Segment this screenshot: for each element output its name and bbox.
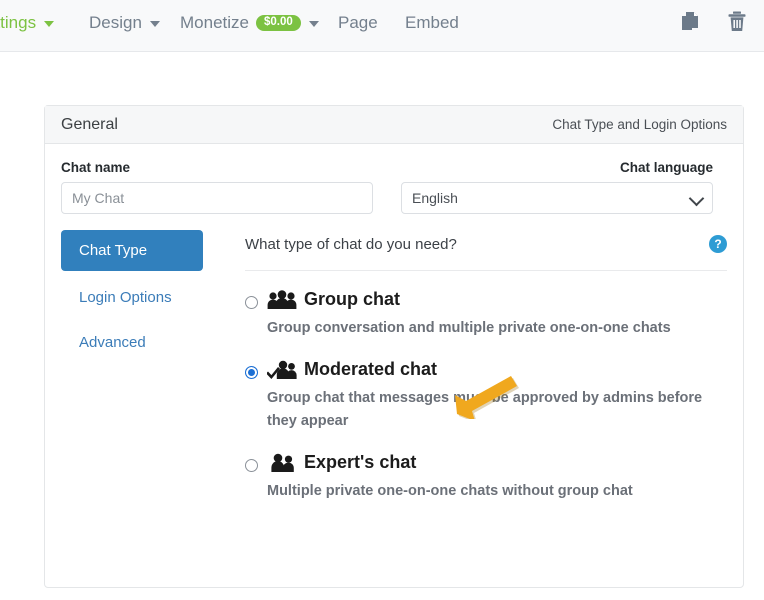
- section-divider: [245, 270, 727, 271]
- general-settings-card: General Chat Type and Login Options Chat…: [44, 105, 744, 588]
- chat-name-label: Chat name: [61, 160, 131, 175]
- option-group-chat-title: Group chat: [304, 289, 401, 309]
- toolbar-item-design[interactable]: Design: [89, 13, 160, 33]
- chat-name-field-group: Chat name: [61, 160, 373, 214]
- two-people-icon: [267, 453, 297, 473]
- sidebar-item-chat-type[interactable]: Chat Type: [61, 230, 203, 271]
- option-moderated-chat-body: Moderated chat Group chat that messages …: [266, 359, 727, 432]
- chat-language-label: Chat language: [619, 160, 713, 175]
- radio-experts-chat[interactable]: [245, 459, 258, 473]
- chat-language-select-wrap: English: [401, 182, 713, 214]
- monetize-amount-badge: $0.00: [255, 14, 301, 32]
- option-experts-chat[interactable]: Expert's chat Multiple private one-on-on…: [245, 452, 727, 502]
- group-people-icon: [267, 289, 297, 310]
- chat-type-pane: What type of chat do you need? ? Group c…: [221, 230, 727, 523]
- toolbar-item-page[interactable]: Page: [338, 13, 378, 33]
- toolbar-item-embed-label: Embed: [405, 13, 459, 32]
- chat-language-field-group: Chat language English: [401, 160, 713, 214]
- chat-name-input[interactable]: [61, 182, 373, 214]
- sidebar-item-advanced[interactable]: Advanced: [61, 324, 221, 361]
- sidebar-item-login-options-label: Login Options: [79, 289, 172, 306]
- toolbar-item-settings[interactable]: ettings: [0, 13, 55, 33]
- duplicate-icon[interactable]: [680, 10, 702, 39]
- option-moderated-chat-title: Moderated chat: [304, 359, 438, 380]
- chat-language-select[interactable]: English: [401, 182, 713, 214]
- radio-group-chat[interactable]: [245, 296, 258, 309]
- settings-columns: Chat Type Login Options Advanced What ty…: [61, 230, 727, 523]
- sidebar-item-login-options[interactable]: Login Options: [61, 279, 221, 316]
- option-group-chat-description: Group conversation and multiple private …: [267, 320, 671, 336]
- moderated-people-check-icon: [266, 360, 297, 380]
- form-row: Chat name Chat language English: [61, 160, 727, 214]
- help-icon[interactable]: ?: [709, 235, 727, 253]
- chevron-down-icon: [308, 21, 319, 27]
- option-moderated-chat-title-row: Moderated chat: [266, 359, 727, 380]
- trash-icon[interactable]: [726, 10, 748, 39]
- card-title: General: [61, 115, 118, 133]
- top-toolbar: ettings Design Monetize $0.00 Page Embed: [0, 0, 764, 52]
- card-body: Chat name Chat language English Chat Typ…: [45, 144, 743, 587]
- chat-type-options: Group chat Group conversation and multip…: [245, 289, 727, 503]
- option-moderated-chat[interactable]: Moderated chat Group chat that messages …: [245, 359, 727, 432]
- option-moderated-chat-description: Group chat that messages must be approve…: [267, 390, 703, 429]
- radio-moderated-chat[interactable]: [245, 366, 258, 380]
- toolbar-item-settings-label: ettings: [0, 13, 37, 32]
- sidebar-item-chat-type-label: Chat Type: [79, 242, 148, 259]
- option-group-chat-body: Group chat Group conversation and multip…: [267, 289, 671, 339]
- chevron-down-icon: [149, 21, 160, 27]
- option-group-chat-title-row: Group chat: [267, 289, 671, 310]
- sidebar-item-advanced-label: Advanced: [79, 334, 146, 351]
- toolbar-item-page-label: Page: [338, 13, 378, 32]
- toolbar-item-embed[interactable]: Embed: [405, 13, 459, 33]
- settings-sidebar: Chat Type Login Options Advanced: [61, 230, 221, 523]
- toolbar-item-monetize-label: Monetize: [180, 13, 249, 32]
- question-row: What type of chat do you need? ?: [245, 230, 727, 253]
- card-header: General Chat Type and Login Options: [45, 106, 743, 144]
- chat-type-question: What type of chat do you need?: [245, 235, 457, 253]
- option-group-chat[interactable]: Group chat Group conversation and multip…: [245, 289, 727, 339]
- chat-language-value: English: [412, 190, 458, 206]
- toolbar-actions: [680, 10, 748, 39]
- option-experts-chat-description: Multiple private one-on-one chats withou…: [267, 483, 633, 500]
- chevron-down-icon: [44, 21, 55, 27]
- option-experts-chat-title-row: Expert's chat: [267, 452, 633, 473]
- card-subtitle: Chat Type and Login Options: [552, 117, 727, 132]
- toolbar-item-design-label: Design: [89, 13, 142, 32]
- option-experts-chat-title: Expert's chat: [304, 452, 417, 473]
- option-experts-chat-body: Expert's chat Multiple private one-on-on…: [267, 452, 633, 502]
- toolbar-item-monetize[interactable]: Monetize $0.00: [180, 13, 319, 33]
